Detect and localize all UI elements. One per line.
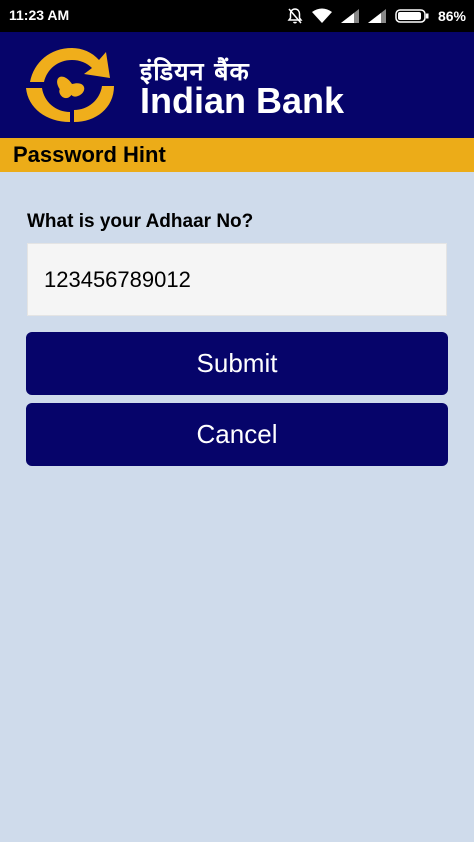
bell-muted-icon	[287, 7, 303, 25]
wifi-icon	[311, 8, 332, 24]
status-time: 11:23 AM	[9, 7, 70, 23]
app-header: इंडियन बैंक Indian Bank	[0, 32, 474, 138]
signal-icon	[367, 9, 386, 23]
status-icons: 86%	[287, 6, 466, 26]
cancel-button[interactable]: Cancel	[26, 403, 448, 466]
signal-icon	[340, 9, 359, 23]
bank-name-english: Indian Bank	[140, 80, 345, 121]
battery-percent: 86%	[437, 8, 466, 24]
aadhaar-number-input[interactable]	[27, 243, 447, 316]
page-title: Password Hint	[13, 142, 166, 167]
indian-bank-logo	[26, 48, 114, 122]
battery-icon	[395, 9, 429, 23]
aadhaar-question-label: What is your Adhaar No?	[27, 211, 254, 232]
submit-button[interactable]: Submit	[26, 332, 448, 395]
status-bar: 11:23 AM 86%	[0, 0, 474, 32]
title-bar: Password Hint	[0, 138, 474, 172]
